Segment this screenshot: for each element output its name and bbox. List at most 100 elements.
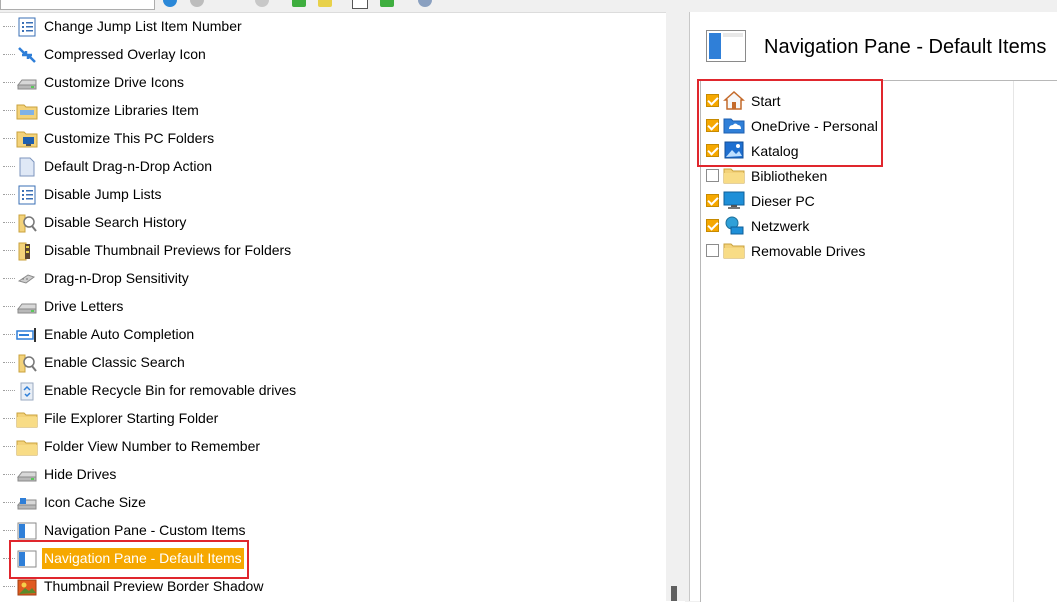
tree-item-label: Customize This PC Folders [44,130,215,146]
tree-connector [3,166,15,167]
tree-item-label: Default Drag-n-Drop Action [44,158,213,174]
drive-icon [16,73,38,93]
annotation-box-left [9,540,249,579]
tree-item[interactable]: Icon Cache Size [0,489,660,517]
toolbar [0,0,1057,12]
nav-item[interactable]: Removable Drives [701,239,1001,264]
picture-icon [16,577,38,597]
tree-item-label: Disable Thumbnail Previews for Folders [44,242,292,258]
tree-item-label: Enable Classic Search [44,354,185,370]
drive-cache-icon [16,493,38,513]
tree-connector [3,194,15,195]
tree-scrollbar[interactable] [666,12,685,601]
tree-item[interactable]: Hide Drives [0,461,660,489]
tree-item[interactable]: Customize This PC Folders [0,125,660,153]
nav-item-label: Bibliotheken [751,168,828,184]
compress-arrows-icon [16,45,38,65]
tree-item-label: Customize Libraries Item [44,102,199,118]
pc-folder-icon [16,129,38,149]
tree-item-label: Disable Jump Lists [44,186,162,202]
search-folder-icon [16,213,38,233]
tree-connector [3,82,15,83]
nav-item-label: Dieser PC [751,193,815,209]
tree-item-label: Hide Drives [44,466,117,482]
tree-item[interactable]: Customize Libraries Item [0,97,660,125]
recycle-bin-icon [16,381,38,401]
tree-item[interactable]: Enable Classic Search [0,349,660,377]
tree-item-label: Folder View Number to Remember [44,438,261,454]
settings-icon[interactable] [418,0,432,7]
tree-item-label: Disable Search History [44,214,187,230]
nav-item-checkbox[interactable] [706,219,719,232]
nav-pane-icon [706,30,746,62]
tree-item-label: Drive Letters [44,298,124,314]
tree-connector [3,278,15,279]
list-doc-icon [16,17,38,37]
tree-item[interactable]: Drag-n-Drop Sensitivity [0,265,660,293]
drive-icon [16,297,38,317]
folder-zipper-icon [16,241,38,261]
detail-title: Navigation Pane - Default Items [764,36,1047,58]
tree-item[interactable]: Change Jump List Item Number [0,13,660,41]
tree-item-label: Enable Recycle Bin for removable drives [44,382,297,398]
tree-item[interactable]: Disable Jump Lists [0,181,660,209]
nav-item-checkbox[interactable] [706,169,719,182]
download-icon[interactable] [380,0,394,7]
search-folder-icon [16,353,38,373]
tree-item-label: Change Jump List Item Number [44,18,242,34]
folder-icon [723,165,747,187]
folder-icon [16,437,38,457]
tree-item-label: Drag-n-Drop Sensitivity [44,270,189,286]
tree-item[interactable]: Enable Auto Completion [0,321,660,349]
tree-item-label: Thumbnail Preview Border Shadow [44,578,264,594]
nav-item-label: Removable Drives [751,243,866,259]
tree-connector [3,530,15,531]
annotation-box-right [697,79,883,167]
globe-icon[interactable] [163,0,177,7]
add-icon[interactable] [292,0,306,7]
drive-icon [16,465,38,485]
tree-item[interactable]: Compressed Overlay Icon [0,41,660,69]
tweaks-tree: Change Jump List Item Number Compressed O… [0,12,685,602]
tree-connector [3,250,15,251]
refresh-icon[interactable] [190,0,204,7]
tree-item[interactable]: Default Drag-n-Drop Action [0,153,660,181]
tree-item[interactable]: Disable Search History [0,209,660,237]
tree-connector [3,586,15,587]
tree-item[interactable]: Disable Thumbnail Previews for Folders [0,237,660,265]
tree-connector [3,418,15,419]
window-icon[interactable] [352,0,368,9]
folder-icon [723,240,747,262]
tree-item[interactable]: Folder View Number to Remember [0,433,660,461]
monitor-icon [723,190,747,212]
tree-item[interactable]: Drive Letters [0,293,660,321]
nav-item-checkbox[interactable] [706,194,719,207]
tree-item-label: Enable Auto Completion [44,326,195,342]
tree-connector [3,334,15,335]
tree-item-label: Customize Drive Icons [44,74,185,90]
address-field[interactable] [0,0,155,10]
folder-icon [16,409,38,429]
tree-connector [3,502,15,503]
nav-item[interactable]: Dieser PC [701,189,1001,214]
options-icon[interactable] [255,0,269,7]
tree-item[interactable]: File Explorer Starting Folder [0,405,660,433]
scrollbar-thumb[interactable] [671,586,677,601]
tree-item[interactable]: Customize Drive Icons [0,69,660,97]
star-icon[interactable] [318,0,332,7]
tree-item[interactable]: Enable Recycle Bin for removable drives [0,377,660,405]
tree-item-label: Navigation Pane - Custom Items [44,522,246,538]
nav-item[interactable]: Netzwerk [701,214,1001,239]
library-folder-icon [16,101,38,121]
document-icon [16,157,38,177]
nav-item[interactable]: Bibliotheken [701,164,1001,189]
tree-connector [3,446,15,447]
tree-connector [3,54,15,55]
textbox-icon [16,325,38,345]
tree-item-label: Icon Cache Size [44,494,146,510]
nav-item-checkbox[interactable] [706,244,719,257]
list-doc-icon [16,185,38,205]
tree-connector [3,26,15,27]
nav-pane-icon [16,521,38,541]
tree-item-label: File Explorer Starting Folder [44,410,219,426]
